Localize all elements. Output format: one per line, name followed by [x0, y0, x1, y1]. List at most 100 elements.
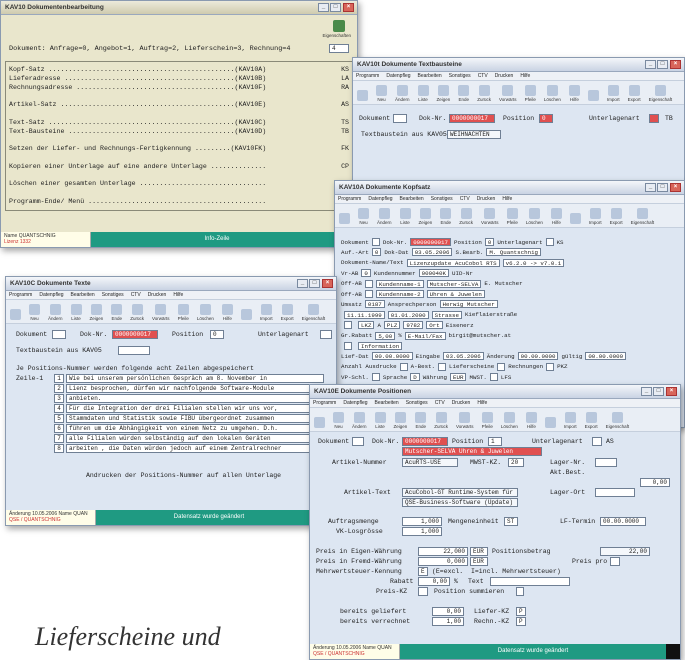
- vklos-field[interactable]: 1,000: [402, 527, 442, 536]
- lagernr-field[interactable]: [595, 458, 617, 467]
- menu-row[interactable]: Rechnungsadresse .......................…: [9, 84, 349, 93]
- text-line-input[interactable]: alle Filialen würden selbständig auf den…: [66, 434, 324, 443]
- menu-item[interactable]: Datenpfleg: [386, 73, 410, 79]
- toolbar-button[interactable]: Liste: [374, 412, 386, 429]
- artnr-field[interactable]: AcuRTS-USE: [402, 458, 458, 467]
- form-value[interactable]: 0: [371, 248, 382, 257]
- mwst-kenn-field[interactable]: E: [418, 567, 428, 576]
- preis-eigen-field[interactable]: 22,000: [418, 547, 468, 556]
- toolbar-button[interactable]: Liste: [70, 304, 82, 321]
- form-value[interactable]: PLZ: [383, 321, 401, 330]
- toolbar-button[interactable]: Zeigen: [394, 412, 407, 429]
- doknr-field[interactable]: 0000000017: [402, 437, 448, 446]
- toolbar-button[interactable]: Zurück: [477, 85, 491, 102]
- maximize-button[interactable]: □: [330, 3, 341, 12]
- menu-row[interactable]: Lieferadresse ..........................…: [9, 75, 349, 84]
- toolbar-button[interactable]: Import: [607, 85, 620, 102]
- toolbar-button[interactable]: [587, 90, 599, 102]
- dokument-select[interactable]: 4: [329, 44, 349, 53]
- summieren-checkbox[interactable]: [516, 587, 524, 596]
- form-value[interactable]: 01.01.2000: [387, 310, 429, 319]
- close-button[interactable]: ×: [343, 3, 354, 12]
- toolbar-button[interactable]: Export: [585, 412, 598, 429]
- form-value[interactable]: Kundenname-1: [375, 279, 424, 288]
- rechnkz-field[interactable]: P: [516, 617, 526, 626]
- minimize-button[interactable]: _: [318, 3, 329, 12]
- dokument-field[interactable]: [352, 437, 364, 446]
- toolbar-button[interactable]: Löschen: [544, 85, 561, 102]
- doknr-field[interactable]: 0000000017: [449, 114, 495, 123]
- toolbar-button[interactable]: [240, 309, 252, 321]
- preis-fremd-field[interactable]: 0,000: [418, 557, 468, 566]
- toolbar-button[interactable]: Hilfe: [221, 304, 233, 321]
- arttext-field-1[interactable]: AcuCobol-GT Runtime-System für: [402, 488, 518, 497]
- toolbar-button[interactable]: [10, 309, 21, 321]
- menu-item[interactable]: Sonstiges: [406, 400, 428, 406]
- toolbar-button[interactable]: Vorwärts: [499, 85, 517, 102]
- menu-item[interactable]: Sonstiges: [431, 196, 453, 202]
- toolbar-button[interactable]: [339, 213, 350, 225]
- toolbar-button[interactable]: Ende: [111, 304, 123, 321]
- toolbar-button[interactable]: Export: [628, 85, 641, 102]
- preiskz-field[interactable]: [418, 587, 428, 596]
- maximize-button[interactable]: □: [657, 183, 668, 192]
- toolbar-button[interactable]: Ende: [458, 85, 470, 102]
- text-line-input[interactable]: anbieten.: [66, 394, 324, 403]
- toolbar-button[interactable]: Liste: [417, 85, 429, 102]
- form-value[interactable]: M. Quantschnig: [486, 248, 542, 257]
- form-value[interactable]: Uhren & Juwelen: [426, 290, 485, 298]
- menu-item[interactable]: Programm: [356, 73, 379, 79]
- menu-row[interactable]: Löschen einer gesamten Unterlage .......…: [9, 180, 349, 189]
- menu-row[interactable]: Programm-Ende/ Menü ....................…: [9, 198, 349, 207]
- lftermin-field[interactable]: 00.00.0000: [600, 517, 646, 526]
- toolbar-button[interactable]: Liste: [399, 208, 411, 225]
- menu-item[interactable]: Drucken: [148, 292, 167, 298]
- form-value[interactable]: Ort: [426, 321, 443, 330]
- menu-item[interactable]: Programm: [313, 400, 336, 406]
- doknr-field[interactable]: 0000000017: [112, 330, 158, 339]
- form-value[interactable]: [399, 362, 408, 371]
- toolbar-button[interactable]: Import: [564, 412, 577, 429]
- close-button[interactable]: ×: [666, 387, 677, 396]
- menu-item[interactable]: Bearbeiten: [418, 73, 442, 79]
- auftrag-field[interactable]: 1,000: [402, 517, 442, 526]
- menu-item[interactable]: CTV: [435, 400, 445, 406]
- form-value[interactable]: E-Mail/Fax: [404, 331, 446, 340]
- unterlagenart-field[interactable]: [592, 437, 602, 446]
- toolbar-button[interactable]: Export: [610, 208, 623, 225]
- close-button[interactable]: ×: [322, 279, 333, 288]
- rabatt-field[interactable]: 0,00: [418, 577, 450, 586]
- toolbar-button[interactable]: Pfeile: [482, 412, 493, 429]
- form-value[interactable]: 0: [484, 238, 495, 246]
- toolbar-button[interactable]: Eigenschaft: [302, 304, 325, 321]
- menu-item[interactable]: Hilfe: [502, 196, 512, 202]
- maximize-button[interactable]: □: [657, 60, 668, 69]
- toolbar-button[interactable]: Eigenschaft: [606, 412, 629, 429]
- toolbar-button[interactable]: Eigenschaft: [631, 208, 654, 225]
- form-value[interactable]: [489, 373, 498, 382]
- toolbar-button[interactable]: [569, 213, 581, 225]
- menu-item[interactable]: Datenpfleg: [368, 196, 392, 202]
- menu-row[interactable]: Artikel-Satz ...........................…: [9, 101, 349, 110]
- lieferkz-field[interactable]: P: [516, 607, 526, 616]
- menu-item[interactable]: Drucken: [452, 400, 471, 406]
- toolbar-button[interactable]: Import: [589, 208, 602, 225]
- menu-item[interactable]: Bearbeiten: [71, 292, 95, 298]
- form-value[interactable]: Information: [358, 342, 403, 350]
- toolbar-button[interactable]: Löschen: [197, 304, 214, 321]
- form-value[interactable]: [545, 238, 554, 246]
- toolbar-button[interactable]: [314, 417, 325, 429]
- form-value[interactable]: 00.00.0000: [585, 352, 627, 361]
- toolbar-button[interactable]: Neu: [333, 412, 344, 429]
- toolbar-button[interactable]: [544, 417, 556, 429]
- toolbar-button[interactable]: Zeigen: [437, 85, 450, 102]
- toolbar-button[interactable]: Eigenschaft: [649, 85, 672, 102]
- toolbar-button[interactable]: Ende: [415, 412, 427, 429]
- toolbar-button[interactable]: Neu: [358, 208, 369, 225]
- toolbar-button[interactable]: Zurück: [434, 412, 448, 429]
- toolbar-button[interactable]: Zurück: [459, 208, 473, 225]
- dokument-field[interactable]: [52, 330, 66, 339]
- mengeneinheit-field[interactable]: ST: [504, 517, 518, 526]
- menu-row[interactable]: Text-Satz ..............................…: [9, 119, 349, 128]
- position-field[interactable]: 0: [210, 330, 224, 339]
